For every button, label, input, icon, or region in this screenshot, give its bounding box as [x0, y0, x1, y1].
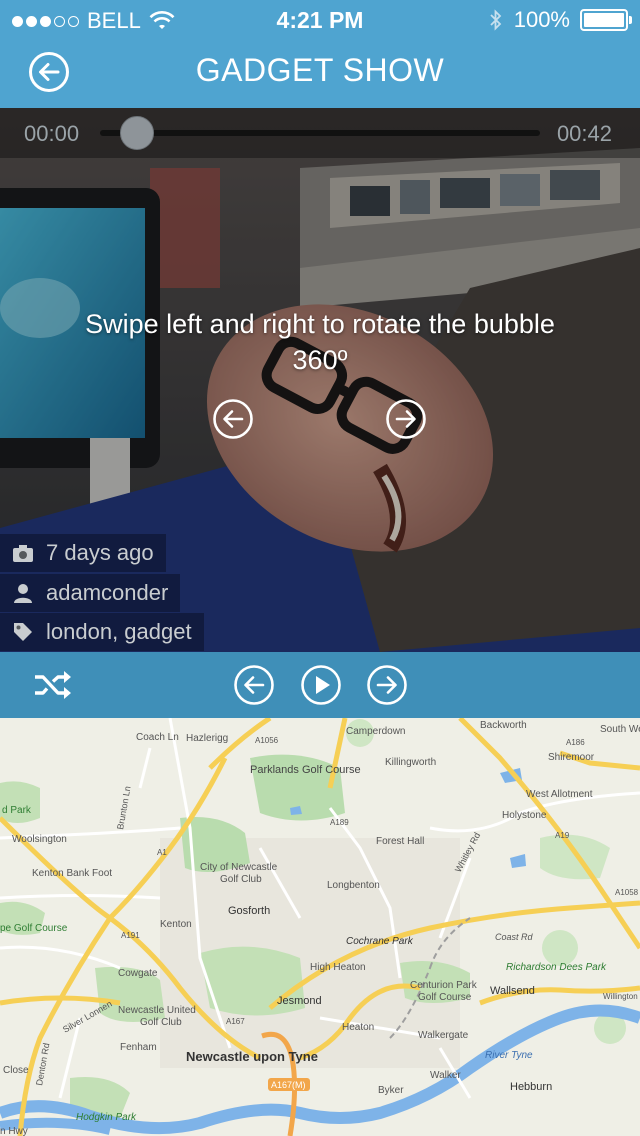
map-view[interactable]: Backworth Coach Ln Hazlerigg A1056 Campe…: [0, 718, 640, 1136]
map-label: Forest Hall: [376, 836, 424, 847]
rotate-right-button[interactable]: [385, 398, 427, 440]
status-right: 100%: [488, 7, 632, 33]
previous-button[interactable]: [233, 664, 275, 706]
next-button[interactable]: [366, 664, 408, 706]
map-label: Backworth: [480, 720, 527, 731]
meta-user: adamconder: [0, 574, 181, 612]
map-label: Centurion Park: [410, 980, 478, 991]
map-label: A167(M): [271, 1080, 306, 1090]
map-label: A191: [121, 931, 140, 940]
bluetooth-icon: [490, 9, 501, 31]
map-label: Fenham: [120, 1042, 157, 1053]
username[interactable]: adamconder: [46, 580, 168, 606]
map-label: A189: [330, 818, 349, 827]
tag-icon: [14, 623, 32, 641]
map-label: Killingworth: [385, 757, 436, 768]
status-bar: BELL 4:21 PM 100%: [0, 0, 640, 40]
scrubber-track[interactable]: [100, 130, 540, 136]
page-title: GADGET SHOW: [195, 52, 445, 88]
map-label: Cowgate: [118, 968, 158, 979]
map-label: A1056: [255, 736, 279, 745]
map-label: Close: [3, 1065, 29, 1076]
map-label: Golf Course: [418, 992, 472, 1003]
duration-time: 00:42: [556, 121, 612, 146]
map-label: A1: [157, 848, 167, 857]
playback-controls: [0, 652, 640, 718]
map-label: Jesmond: [277, 995, 322, 1007]
time-ago: 7 days ago: [46, 540, 154, 565]
map-label: Kenton: [160, 919, 192, 930]
map-label: pe Golf Course: [0, 923, 68, 934]
battery-percent: 100%: [513, 7, 570, 32]
rotate-hint: Swipe left and right to rotate the bubbl…: [85, 309, 555, 375]
map-label: Hebburn: [510, 1081, 552, 1093]
map-label: High Heaton: [310, 962, 366, 973]
playback-scrubber: 00:00 00:42: [0, 108, 640, 158]
map-label: City of Newcastle: [200, 862, 278, 873]
map-label: A186: [566, 738, 585, 747]
camera-icon: [13, 545, 33, 562]
map-label: A1058: [615, 888, 639, 897]
map-label: Holystone: [502, 810, 547, 821]
map-label: West Allotment: [526, 789, 593, 800]
meta-time: 7 days ago: [0, 534, 166, 572]
map-label: Richardson Dees Park: [506, 962, 607, 973]
map-label: Hodgkin Park: [76, 1112, 137, 1123]
map-label: d Park: [2, 805, 32, 816]
map-label: A167: [226, 1017, 245, 1026]
elapsed-time: 00:00: [24, 121, 80, 146]
scrubber-handle[interactable]: [120, 116, 154, 150]
shuffle-button[interactable]: [32, 664, 74, 706]
map-label: Walker: [430, 1070, 461, 1081]
map-label: Golf Club: [220, 874, 262, 885]
map-label: Willington Quay: [603, 992, 640, 1001]
map-label: Parklands Golf Course: [250, 764, 361, 776]
battery-icon: [580, 9, 632, 31]
meta-tags: london, gadget: [0, 613, 204, 651]
map-label: Coach Ln: [136, 732, 179, 743]
map-label: River Tyne: [485, 1050, 533, 1061]
map-label: Gosforth: [228, 905, 270, 917]
map-label: Golf Club: [140, 1017, 182, 1028]
map-label: Kenton Bank Foot: [32, 868, 112, 879]
map-canvas[interactable]: Backworth Coach Ln Hazlerigg A1056 Campe…: [0, 718, 640, 1136]
map-label: Shiremoor: [548, 752, 595, 763]
map-label: Coast Rd: [495, 932, 534, 942]
media-viewer[interactable]: 00:00 00:42 Swipe left and right to rota…: [0, 108, 640, 652]
map-label: Newcastle United: [118, 1005, 196, 1016]
map-label: n Hwy: [0, 1126, 28, 1136]
user-icon: [14, 584, 32, 603]
map-label: Walkergate: [418, 1030, 469, 1041]
header-bar: BELL 4:21 PM 100% GADGET SHOW: [0, 0, 640, 108]
map-label: Longbenton: [327, 880, 380, 891]
map-label: A19: [555, 831, 570, 840]
map-label: Heaton: [342, 1022, 374, 1033]
map-label: Byker: [378, 1085, 404, 1096]
map-label: Camperdown: [346, 726, 405, 737]
map-label: Woolsington: [12, 834, 67, 845]
play-button[interactable]: [300, 664, 342, 706]
rotate-left-button[interactable]: [212, 398, 254, 440]
map-label: South We: [600, 724, 640, 735]
map-label: Hazlerigg: [186, 733, 228, 744]
map-label: Wallsend: [490, 985, 535, 997]
tags[interactable]: london, gadget: [46, 619, 192, 645]
map-label: Cochrane Park: [346, 936, 414, 947]
map-label: Newcastle upon Tyne: [186, 1049, 318, 1064]
